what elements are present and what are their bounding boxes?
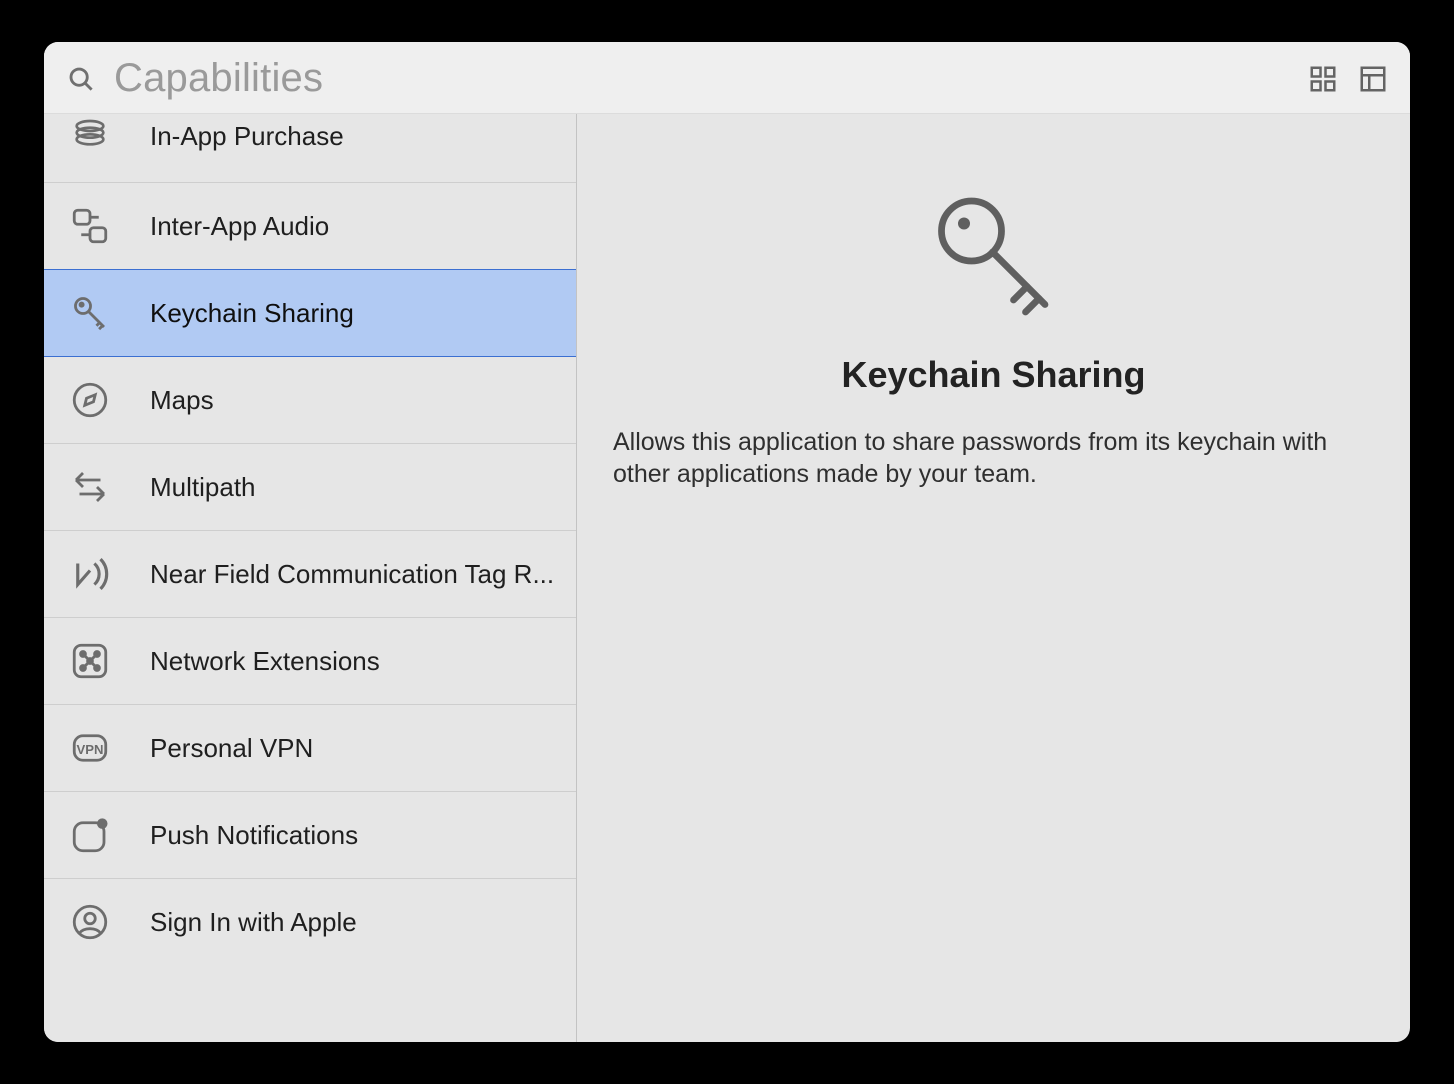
list-item-inter-app-audio[interactable]: Inter-App Audio [44,183,576,270]
detail-key-icon [613,186,1374,336]
key-icon [62,292,118,334]
vpn-icon: VPN [62,727,118,769]
list-item-maps[interactable]: Maps [44,357,576,444]
search-field[interactable] [66,56,1292,101]
list-item-network-extensions[interactable]: Network Extensions [44,618,576,705]
list-item-personal-vpn[interactable]: VPN Personal VPN [44,705,576,792]
list-item-label: Sign In with Apple [150,907,558,938]
content-area: In-App Purchase Inter-App Audio [44,114,1410,1042]
list-item-label: Inter-App Audio [150,211,558,242]
list-item-keychain-sharing[interactable]: Keychain Sharing [44,269,576,357]
capabilities-window: In-App Purchase Inter-App Audio [44,42,1410,1042]
list-item-nfc[interactable]: Near Field Communication Tag R... [44,531,576,618]
network-icon [62,640,118,682]
detail-description: Allows this application to share passwor… [613,426,1333,490]
list-item-label: Personal VPN [150,733,558,764]
list-item-label: In-App Purchase [150,121,558,152]
grid-view-icon[interactable] [1308,64,1338,94]
detail-title: Keychain Sharing [613,354,1374,396]
svg-text:VPN: VPN [77,742,104,757]
search-icon [66,64,96,94]
search-input[interactable] [114,56,1292,101]
person-circle-icon [62,901,118,943]
list-item-sign-in-with-apple[interactable]: Sign In with Apple [44,879,576,983]
list-item-label: Push Notifications [150,820,558,851]
compass-icon [62,379,118,421]
list-item-label: Multipath [150,472,558,503]
list-item-multipath[interactable]: Multipath [44,444,576,531]
list-item-label: Network Extensions [150,646,558,677]
coins-icon [62,116,118,156]
plugs-icon [62,205,118,247]
nfc-icon [62,553,118,595]
arrows-icon [62,466,118,508]
list-view-icon[interactable] [1358,64,1388,94]
notification-badge-icon [62,814,118,856]
list-item-label: Keychain Sharing [150,298,558,329]
detail-pane: Keychain Sharing Allows this application… [577,114,1410,1042]
toolbar [44,42,1410,114]
list-item-in-app-purchase[interactable]: In-App Purchase [44,114,576,183]
list-item-label: Near Field Communication Tag R... [150,559,558,590]
list-item-label: Maps [150,385,558,416]
view-mode-controls [1308,64,1388,94]
list-item-push-notifications[interactable]: Push Notifications [44,792,576,879]
capability-list[interactable]: In-App Purchase Inter-App Audio [44,114,577,1042]
